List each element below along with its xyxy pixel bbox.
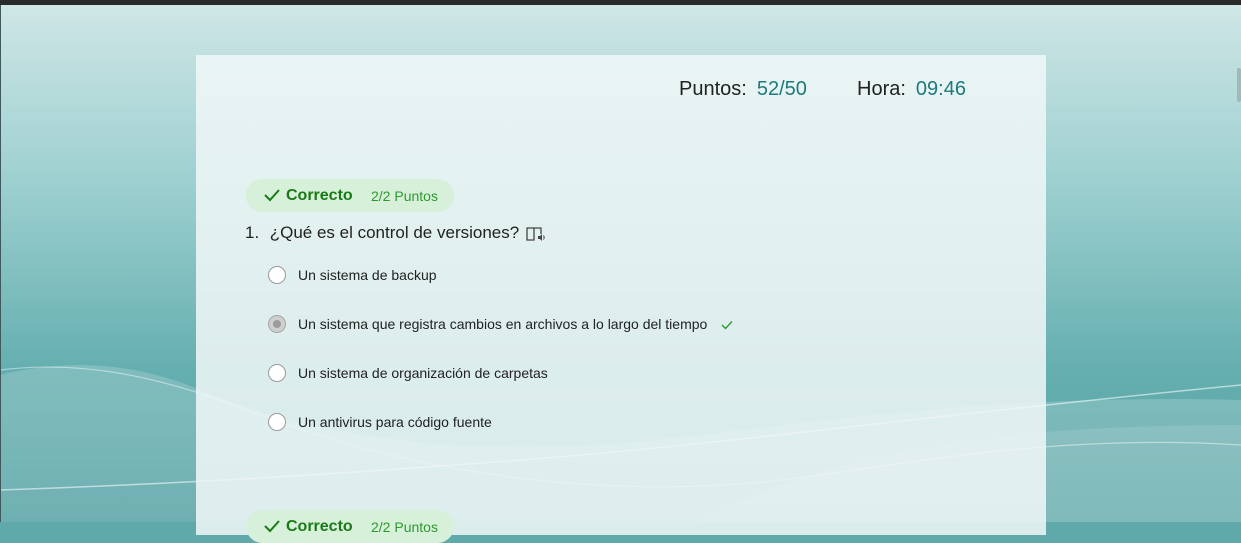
time-value: 09:46 (915, 78, 966, 100)
correct-check-icon (721, 321, 733, 330)
question-label: ¿Qué es el control de versiones? (269, 223, 520, 242)
radio-button[interactable] (268, 364, 286, 382)
time-label: Hora: (857, 78, 906, 100)
check-icon (264, 520, 280, 533)
result-status: Correcto (286, 187, 353, 204)
score-display: Puntos: 52/50 (679, 78, 807, 102)
option-label: Un sistema que registra cambios en archi… (298, 316, 708, 332)
score-label: Puntos: (679, 78, 747, 100)
result-badge-next: Correcto 2/2 Puntos (246, 510, 454, 543)
radio-button[interactable] (268, 266, 286, 284)
question-number: 1. (245, 223, 260, 242)
result-badge: Correcto 2/2 Puntos (246, 179, 454, 212)
immersive-reader-icon[interactable] (526, 226, 546, 242)
time-display: Hora: 09:46 (857, 78, 966, 102)
window-left-border (0, 5, 1, 522)
result-points: 2/2 Puntos (371, 188, 438, 204)
question-text: 1. ¿Qué es el control de versiones? (245, 223, 519, 243)
check-icon (264, 189, 280, 202)
result-status: Correcto (286, 518, 353, 535)
option-label: Un sistema de backup (298, 267, 437, 283)
quiz-card (196, 55, 1046, 535)
radio-button[interactable] (268, 413, 286, 431)
result-points: 2/2 Puntos (371, 519, 438, 535)
option-label: Un antivirus para código fuente (298, 414, 492, 430)
score-value: 52/50 (756, 78, 807, 100)
radio-button-selected[interactable] (268, 315, 286, 333)
option-label: Un sistema de organización de carpetas (298, 365, 548, 381)
scrollbar-thumb[interactable] (1237, 68, 1241, 102)
